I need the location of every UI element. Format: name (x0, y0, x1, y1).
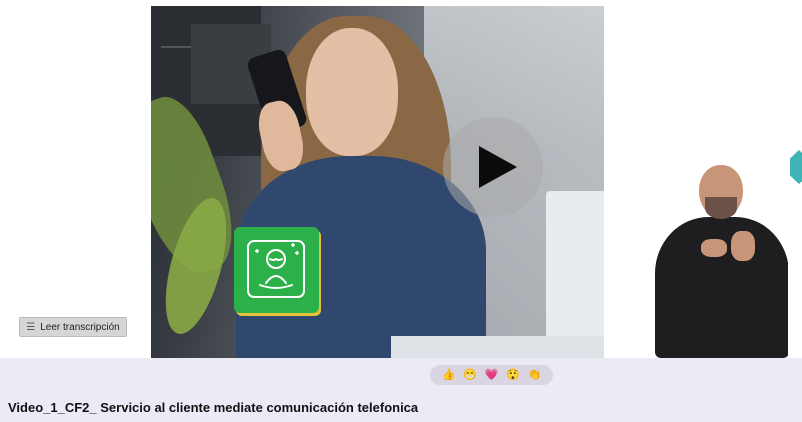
read-transcript-button[interactable]: ☰ Leer transcripción (19, 317, 127, 337)
clapping-hands-icon[interactable]: 👏 (527, 369, 541, 381)
video-info-bar: 👍 😁 💗 😲 👏 Video_1_CF2_ Servicio al clien… (0, 358, 802, 422)
play-button[interactable] (443, 117, 543, 217)
meditation-icon (247, 240, 305, 298)
interpreter-beard (705, 197, 737, 219)
grinning-face-icon[interactable]: 😁 (463, 369, 477, 381)
interpreter-body (655, 217, 788, 358)
wellbeing-badge (234, 227, 319, 313)
surprised-face-icon[interactable]: 😲 (506, 369, 520, 381)
video-desk (391, 336, 604, 358)
video-title: Video_1_CF2_ Servicio al cliente mediate… (8, 400, 419, 415)
play-icon (479, 146, 517, 188)
lines-icon: ☰ (26, 321, 36, 333)
hexagon-decoration (790, 150, 802, 184)
video-person-face (306, 28, 398, 156)
video-laptop (546, 191, 604, 358)
sign-language-interpreter (641, 155, 788, 358)
interpreter-hand (731, 231, 755, 261)
interpreter-hand (701, 239, 727, 257)
read-transcript-label: Leer transcripción (40, 321, 120, 333)
video-stage: ☰ Leer transcripción (0, 0, 802, 358)
heart-icon[interactable]: 💗 (485, 369, 499, 381)
reactions-bar: 👍 😁 💗 😲 👏 (430, 365, 553, 385)
thumbs-up-icon[interactable]: 👍 (442, 369, 456, 381)
